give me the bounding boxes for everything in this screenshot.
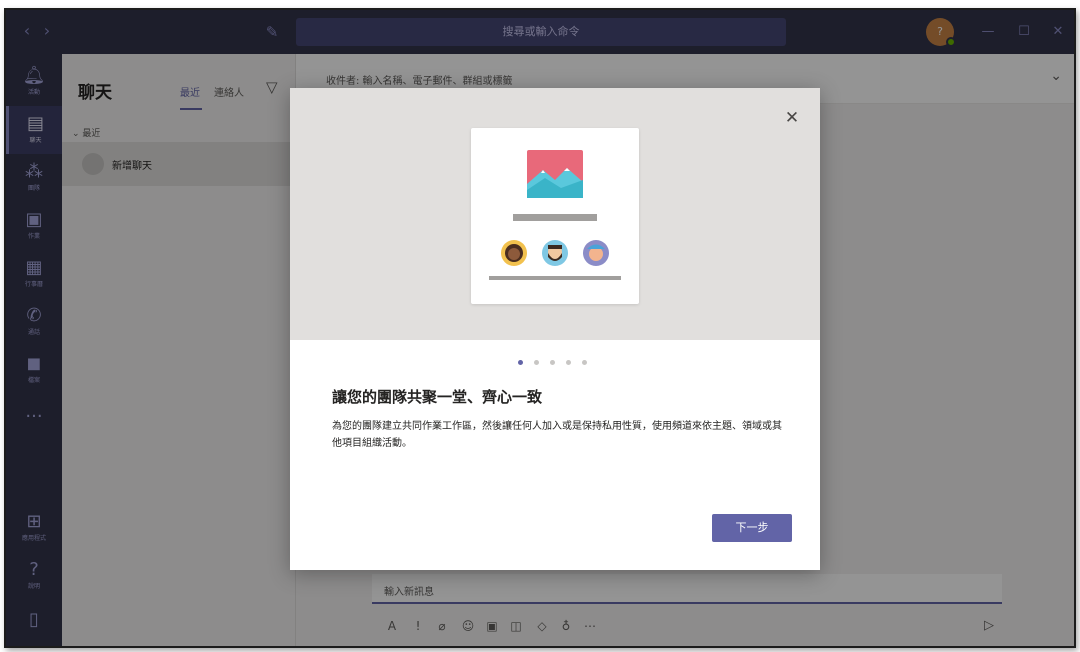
pagination-dot[interactable] — [582, 360, 587, 365]
title-placeholder-bar — [513, 214, 597, 221]
pagination-dot[interactable] — [550, 360, 555, 365]
app-window: ‹ › ✎ 搜尋或輸入命令 ? — ☐ ✕ 🔔︎ 活動 ▤ 聊天 ⁂ 團隊 ▣ … — [4, 8, 1076, 648]
pagination-dot[interactable] — [518, 360, 523, 365]
pagination-dot[interactable] — [534, 360, 539, 365]
welcome-dialog: ✕ 讓您的團隊共聚一堂、齊心一致 為您的團隊建立共同作業工作區，然後讓任何人加入… — [290, 88, 820, 570]
pagination-dot[interactable] — [566, 360, 571, 365]
next-button[interactable]: 下一步 — [712, 514, 792, 542]
team-members-illustration — [501, 240, 609, 266]
dialog-title: 讓您的團隊共聚一堂、齊心一致 — [332, 388, 543, 406]
subtitle-placeholder-bar — [489, 276, 621, 280]
dialog-illustration-area: ✕ — [290, 88, 820, 340]
dialog-description: 為您的團隊建立共同作業工作區，然後讓任何人加入或是保持私用性質，使用頻道來依主題… — [332, 421, 782, 449]
image-icon — [527, 150, 583, 198]
illustration-card — [471, 128, 639, 304]
close-icon[interactable]: ✕ — [782, 108, 802, 128]
